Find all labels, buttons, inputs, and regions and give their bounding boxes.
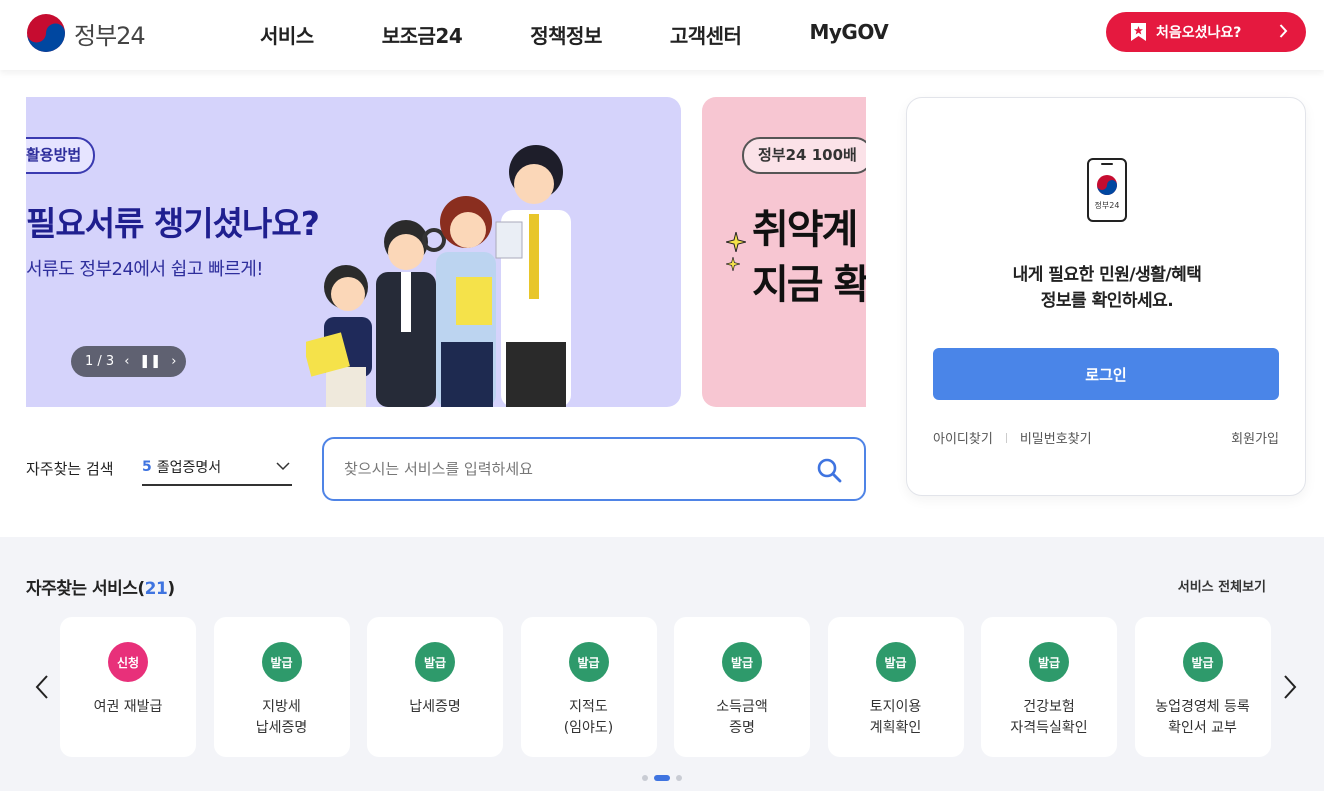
service-card[interactable]: 발급납세증명: [367, 617, 503, 757]
account-links: 아이디찾기 비밀번호찾기: [933, 428, 1092, 447]
view-all-services-link[interactable]: 서비스 전체보기: [1178, 576, 1266, 595]
login-message-line-2: 정보를 확인하세요.: [1040, 291, 1174, 311]
login-message-line-1: 내게 필요한 민원/생활/혜택: [1012, 265, 1202, 285]
banner2-headline-1: 취약계: [752, 207, 858, 253]
banner-slide-1[interactable]: 활용방법 필요서류 챙기셨나요? 서류도 정부24에서 쉽고 빠르게! 1 / …: [26, 97, 681, 407]
service-label: 건강보험 자격득실확인: [1010, 699, 1088, 736]
service-card[interactable]: 발급토지이용 계획확인: [827, 617, 964, 757]
service-label: 지방세 납세증명: [255, 699, 308, 736]
bookmark-star-icon: [1131, 23, 1146, 41]
banner-category-pill: 활용방법: [26, 137, 96, 174]
frequent-search-label: 자주찾는 검색: [26, 460, 114, 478]
chevron-right-icon[interactable]: [1282, 674, 1298, 700]
nav-services[interactable]: 서비스: [260, 20, 314, 49]
service-type-badge: 발급: [1182, 642, 1223, 682]
banner-pager: 1 / 3 ‹ ❚❚ ›: [71, 346, 186, 377]
banner-slide-2[interactable]: 정부24 100배 취약계 지금 확: [702, 97, 866, 407]
service-type-badge: 발급: [875, 642, 916, 682]
service-card[interactable]: 발급지적도 (임야도): [520, 617, 657, 757]
banner-page-indicator: 1 / 3: [85, 354, 115, 369]
nav-subsidy24[interactable]: 보조금24: [382, 20, 463, 49]
service-type-badge: 신청: [108, 642, 148, 682]
find-id-link[interactable]: 아이디찾기: [933, 428, 993, 447]
banner-people-illustration: [306, 145, 571, 407]
first-visit-button[interactable]: 처음오셨나요?: [1106, 12, 1306, 52]
chevron-down-icon: [276, 462, 290, 471]
login-card: 정부24 내게 필요한 민원/생활/혜택 정보를 확인하세요. 로그인 아이디찾…: [906, 97, 1306, 496]
banner-headline: 필요서류 챙기셨나요?: [26, 204, 320, 243]
main-banner-carousel: 활용방법 필요서류 챙기셨나요? 서류도 정부24에서 쉽고 빠르게! 1 / …: [26, 97, 866, 407]
app-label: 정부24: [1095, 200, 1120, 210]
services-title-text: 자주찾는 서비스(: [26, 579, 145, 599]
keyword-text: 졸업증명서: [156, 460, 222, 476]
search-box: [322, 437, 866, 501]
banner2-headline-2: 지금 확: [752, 262, 866, 308]
chevron-left-icon[interactable]: [34, 674, 50, 700]
nav-mygov[interactable]: MyGOV: [809, 20, 888, 49]
carousel-dots: [642, 775, 682, 781]
service-type-badge: 발급: [722, 642, 762, 682]
carousel-dot-3[interactable]: [676, 775, 682, 781]
banner-prev-icon[interactable]: ‹: [124, 354, 129, 369]
banner-next-icon[interactable]: ›: [171, 354, 176, 369]
sparkle-small-icon: [726, 257, 740, 271]
service-card[interactable]: 발급건강보험 자격득실확인: [981, 617, 1117, 757]
header: 정부24 서비스 보조금24 정책정보 고객센터 MyGOV 처음오셨나요?: [0, 0, 1324, 70]
banner2-category-pill: 정부24 100배: [742, 137, 866, 174]
services-title-end: ): [167, 579, 175, 599]
banner-pause-icon[interactable]: ❚❚: [139, 354, 161, 369]
service-label: 여권 재발급: [93, 699, 163, 715]
carousel-dot-1[interactable]: [642, 775, 648, 781]
service-label: 지적도 (임야도): [563, 699, 614, 736]
main-nav: 서비스 보조금24 정책정보 고객센터 MyGOV: [260, 20, 956, 49]
banner-subline: 서류도 정부24에서 쉽고 빠르게!: [26, 259, 264, 280]
frequent-services-section: 자주찾는 서비스(21) 서비스 전체보기 신청 여권 재발급 발급 지방세 납세증명…: [0, 537, 1324, 791]
mobile-app-icon: 정부24: [1087, 158, 1127, 222]
search-input[interactable]: [344, 455, 804, 483]
logo[interactable]: 정부24: [26, 13, 146, 53]
link-divider: [1005, 432, 1007, 443]
service-card[interactable]: 신청여권 재발급: [60, 617, 196, 757]
service-type-badge: 발급: [415, 642, 455, 682]
find-password-link[interactable]: 비밀번호찾기: [1020, 428, 1092, 447]
services-count: 21: [144, 579, 168, 599]
search-icon[interactable]: [816, 457, 842, 483]
service-label: 소득금액 증명: [716, 699, 768, 736]
first-visit-label: 처음오셨나요?: [1156, 25, 1242, 41]
services-title: 자주찾는 서비스(21): [26, 574, 175, 599]
carousel-dot-2[interactable]: [654, 775, 670, 781]
login-button[interactable]: 로그인: [933, 348, 1279, 400]
keyword-rank: 5: [142, 459, 152, 475]
service-type-badge: 발급: [1029, 642, 1069, 682]
service-type-badge: 발급: [261, 642, 302, 682]
nav-policy-info[interactable]: 정책정보: [530, 20, 602, 49]
government-emblem-icon: [27, 14, 65, 52]
service-label: 농업경영체 등록 확인서 교부: [1155, 699, 1250, 736]
chevron-right-icon: [1279, 24, 1288, 38]
service-type-badge: 발급: [568, 642, 609, 682]
service-label: 납세증명: [409, 699, 461, 715]
service-card[interactable]: 발급지방세 납세증명: [213, 617, 350, 757]
frequent-search-dropdown[interactable]: 5 졸업증명서: [142, 450, 292, 486]
service-label: 토지이용 계획확인: [869, 699, 922, 736]
logo-text: 정부24: [74, 21, 146, 50]
nav-customer-center[interactable]: 고객센터: [670, 20, 742, 49]
service-card[interactable]: 발급농업경영체 등록 확인서 교부: [1134, 617, 1271, 757]
join-link[interactable]: 회원가입: [1231, 428, 1279, 447]
service-card[interactable]: 발급소득금액 증명: [674, 617, 810, 757]
sparkle-icon: [726, 232, 746, 252]
